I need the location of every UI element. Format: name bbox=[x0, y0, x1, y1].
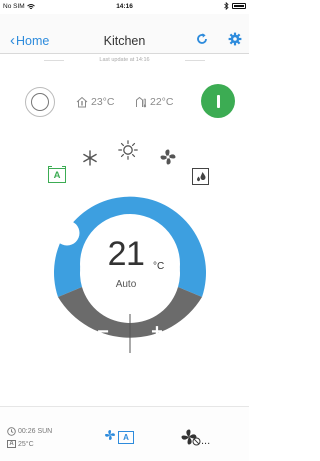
gear-icon[interactable] bbox=[228, 32, 242, 46]
house-thermometer-icon bbox=[76, 96, 88, 108]
last-update-label: Last update at 14:16 bbox=[40, 57, 209, 63]
timer-schedule[interactable]: 00:26 SUN bbox=[7, 427, 52, 436]
more-dots: ... bbox=[201, 435, 211, 447]
snowflake-icon[interactable] bbox=[82, 150, 98, 166]
fan-icon[interactable] bbox=[159, 148, 177, 166]
standby-button[interactable] bbox=[25, 87, 55, 117]
decrease-temp-button[interactable]: − bbox=[73, 312, 133, 352]
fan-small-icon bbox=[105, 429, 115, 440]
status-bar: No SIM 14:16 bbox=[0, 0, 249, 14]
setpoint-mode: Auto bbox=[115, 279, 137, 290]
bottom-mode-button[interactable]: A bbox=[104, 425, 134, 444]
indoor-temp: 23°C bbox=[76, 96, 114, 108]
page-title: Kitchen bbox=[103, 34, 146, 48]
indoor-temp-value: 23°C bbox=[91, 96, 115, 108]
refresh-icon[interactable] bbox=[195, 32, 209, 46]
setpoint-display: 21 °C Auto bbox=[76, 237, 176, 290]
standby-ring-icon bbox=[31, 93, 49, 111]
power-icon bbox=[216, 94, 220, 108]
timer-setting: A 25°C bbox=[7, 440, 34, 448]
timer-temp: 25°C bbox=[18, 440, 34, 448]
outdoor-thermometer-icon bbox=[136, 96, 147, 108]
outdoor-temp: 22°C bbox=[135, 96, 173, 108]
sun-icon[interactable] bbox=[118, 140, 138, 160]
outdoor-temp-value: 22°C bbox=[150, 96, 174, 108]
fan-swing-icon bbox=[181, 429, 201, 446]
status-time: 14:16 bbox=[116, 3, 133, 10]
battery-icon bbox=[232, 3, 246, 9]
setpoint-unit: °C bbox=[153, 261, 165, 272]
increase-temp-button[interactable]: + bbox=[127, 312, 187, 352]
bottom-auto-icon: A bbox=[118, 431, 134, 444]
clock-icon bbox=[7, 427, 16, 436]
timer-time: 00:26 SUN bbox=[18, 428, 53, 435]
power-button[interactable] bbox=[201, 84, 235, 118]
nav-bar: ‹ Home Kitchen bbox=[0, 14, 249, 54]
bluetooth-icon bbox=[224, 2, 229, 10]
fan-swing-button[interactable]: ... bbox=[180, 428, 211, 447]
timer-auto-icon: A bbox=[7, 440, 16, 448]
